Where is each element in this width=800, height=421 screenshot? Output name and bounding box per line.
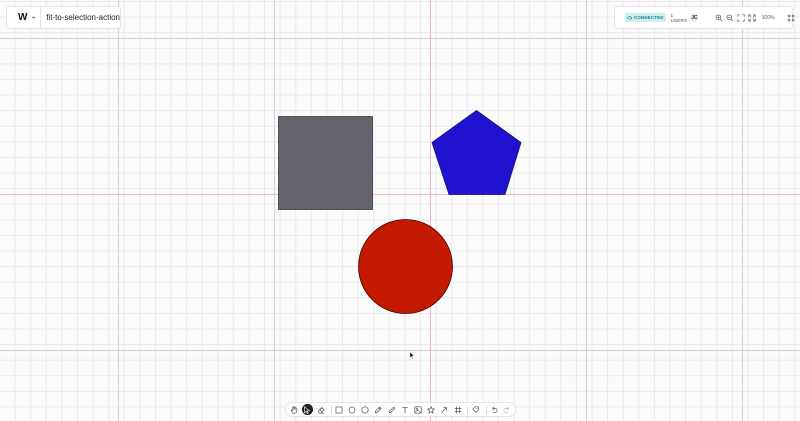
- divider: [467, 405, 469, 414]
- zoom-out-icon[interactable]: [726, 13, 734, 22]
- title-panel: W fit-to-selection-action: [6, 6, 121, 29]
- mouse-cursor: [409, 351, 415, 359]
- connection-status-text: CONNECTED: [634, 15, 664, 20]
- divider: [485, 405, 487, 414]
- divider: [40, 6, 42, 29]
- image-tool-icon[interactable]: [413, 404, 424, 415]
- frame-tool-icon[interactable]: [452, 404, 463, 415]
- settings-grid-icon[interactable]: [787, 13, 795, 22]
- square-shape[interactable]: [278, 116, 373, 210]
- hand-tool-icon[interactable]: [289, 404, 300, 415]
- avatar[interactable]: JC: [691, 13, 698, 22]
- undo-icon[interactable]: [489, 404, 500, 415]
- shape-picker-icon[interactable]: [470, 404, 481, 415]
- pen-tool-icon[interactable]: [373, 404, 384, 415]
- rectangle-tool-icon[interactable]: [334, 404, 345, 415]
- eraser-tool-icon[interactable]: [315, 404, 326, 415]
- fit-to-screen-icon[interactable]: [737, 13, 745, 22]
- document-title[interactable]: fit-to-selection-action: [46, 13, 120, 22]
- cloud-icon: [627, 16, 632, 20]
- fullscreen-icon[interactable]: [748, 13, 756, 22]
- divider: [330, 405, 332, 414]
- select-tool-icon[interactable]: [302, 404, 313, 415]
- circle-shape[interactable]: [358, 219, 453, 314]
- pencil-tool-icon[interactable]: [386, 404, 397, 415]
- zoom-in-icon[interactable]: [715, 13, 723, 22]
- user-count: 1 USERS: [670, 12, 688, 23]
- text-tool-icon[interactable]: [399, 404, 410, 415]
- circle-tool-icon[interactable]: [360, 404, 371, 415]
- chevron-down-icon[interactable]: [31, 14, 36, 21]
- ellipse-tool-icon[interactable]: [347, 404, 358, 415]
- connection-status-badge: CONNECTED: [625, 13, 666, 22]
- pentagon-shape[interactable]: [431, 110, 522, 195]
- arrow-tool-icon[interactable]: [439, 404, 450, 415]
- canvas[interactable]: [0, 0, 800, 421]
- star-tool-icon[interactable]: [426, 404, 437, 415]
- status-panel: CONNECTED 1 USERS JC 100%: [614, 6, 795, 29]
- redo-icon[interactable]: [502, 404, 513, 415]
- drawing-toolbar: [285, 402, 516, 417]
- app-logo[interactable]: W: [18, 12, 27, 23]
- zoom-level[interactable]: 100%: [762, 15, 775, 21]
